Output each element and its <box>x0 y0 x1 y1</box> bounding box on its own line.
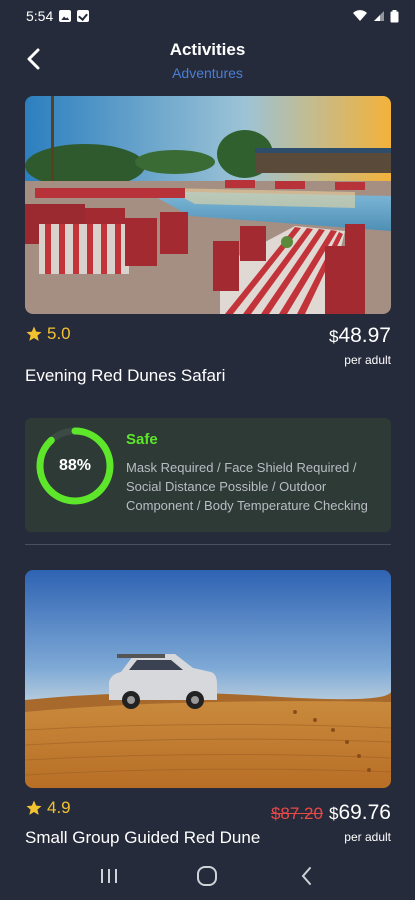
activity-rating: 4.9 <box>25 798 71 818</box>
safety-card: 88% Safe Mask Required / Face Shield Req… <box>25 418 391 532</box>
activity-list[interactable]: 5.0 $48.97 per adult Evening Red Dunes S… <box>0 88 415 852</box>
gallery-notification-icon <box>59 10 72 22</box>
divider <box>25 544 391 545</box>
price-unit: per adult <box>344 353 391 367</box>
original-price: $87.20 <box>270 804 323 823</box>
price-value: 48.97 <box>338 324 391 347</box>
home-icon <box>197 866 218 886</box>
activity-image-red-dune[interactable] <box>25 570 391 788</box>
check-notification-icon <box>77 10 90 22</box>
status-time: 5:54 <box>26 8 54 24</box>
price-block: $48.97 per adult <box>329 324 391 367</box>
signal-icon <box>374 11 384 21</box>
safety-percent: 88% <box>58 457 92 474</box>
page-subtitle: Adventures <box>172 65 243 81</box>
activity-rating: 5.0 <box>25 324 71 344</box>
recent-apps-button[interactable] <box>89 856 129 896</box>
price-unit: per adult <box>344 830 391 844</box>
app-header: Activities Adventures <box>0 32 415 88</box>
rating-value: 4.9 <box>47 798 71 817</box>
status-bar: 5:54 <box>0 0 415 32</box>
safety-label: Safe <box>126 431 158 448</box>
wifi-icon <box>353 10 367 21</box>
recent-apps-icon <box>101 869 118 883</box>
system-nav-bar <box>0 852 415 900</box>
star-icon <box>26 326 42 341</box>
safety-measures: Mask Required / Face Shield Required / S… <box>126 460 368 513</box>
rating-value: 5.0 <box>47 324 71 343</box>
activity-name[interactable]: Small Group Guided Red Dune <box>25 828 260 848</box>
back-arrow-icon <box>301 867 311 885</box>
price-value: 69.76 <box>338 801 391 824</box>
price-block: $87.20 $69.76 per adult <box>271 801 391 844</box>
page-title: Activities <box>169 40 246 59</box>
activity-image-dunes-safari[interactable] <box>25 96 391 314</box>
activity-name[interactable]: Evening Red Dunes Safari <box>25 366 225 386</box>
system-back-button[interactable] <box>286 856 326 896</box>
home-button[interactable] <box>187 856 227 896</box>
star-icon <box>26 800 42 815</box>
battery-icon <box>390 9 399 22</box>
